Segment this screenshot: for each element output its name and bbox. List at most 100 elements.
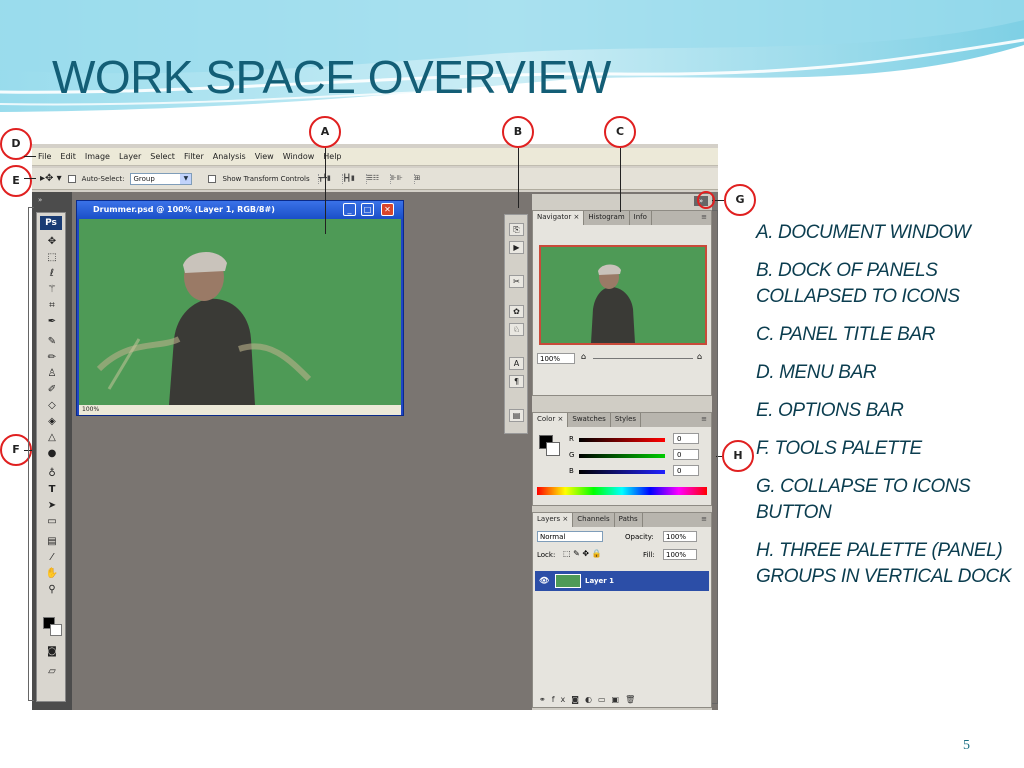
tab-styles[interactable]: Styles — [611, 413, 642, 427]
maximize-icon[interactable]: □ — [361, 203, 374, 216]
fill-field[interactable]: 100% — [663, 549, 697, 560]
lock-icons[interactable]: ⬚ ✎ ✥ 🔒 — [563, 549, 602, 558]
show-transform-checkbox[interactable] — [208, 174, 217, 183]
menu-window[interactable]: Window — [283, 152, 315, 161]
r-value-field[interactable]: 0 — [673, 433, 699, 444]
auto-select-checkbox[interactable] — [67, 174, 76, 183]
actions-panel-icon[interactable]: ▶ — [509, 241, 524, 254]
marquee-tool-icon[interactable]: ⬚ — [43, 251, 61, 265]
document-canvas[interactable] — [79, 219, 401, 405]
move-tool-icon[interactable]: ✥ — [43, 235, 61, 249]
tool-presets-icon[interactable]: ✂ — [509, 275, 524, 288]
quick-mask-icon[interactable]: ◙ — [43, 645, 61, 659]
dodge-tool-icon[interactable]: ● — [43, 447, 61, 461]
g-value-field[interactable]: 0 — [673, 449, 699, 460]
menu-edit[interactable]: Edit — [60, 152, 76, 161]
zoom-out-icon[interactable]: ⌂ — [581, 352, 586, 361]
document-window[interactable]: Drummer.psd @ 100% (Layer 1, RGB/8#) _ □… — [76, 200, 404, 416]
close-icon[interactable]: ✕ — [381, 203, 394, 216]
type-tool-icon[interactable]: T — [43, 483, 61, 497]
history-brush-icon[interactable]: ✐ — [43, 383, 61, 397]
b-value-field[interactable]: 0 — [673, 465, 699, 476]
collapse-arrows-left[interactable]: » — [38, 196, 42, 204]
history-panel-icon[interactable]: ⎘ — [509, 223, 524, 236]
stamp-tool-icon[interactable]: ♙ — [43, 367, 61, 381]
tab-layers[interactable]: Layers × — [533, 513, 574, 527]
tab-navigator[interactable]: Navigator × — [533, 211, 585, 225]
menu-select[interactable]: Select — [150, 152, 175, 161]
layer-row[interactable]: 👁 Layer 1 — [535, 571, 709, 591]
layers-footer-icons[interactable]: ⚭fx◙◐▭▣🗑 — [539, 695, 641, 704]
tab-histogram[interactable]: Histogram — [584, 211, 630, 225]
menu-filter[interactable]: Filter — [184, 152, 204, 161]
document-zoom: 100% — [82, 406, 100, 413]
panel-menu-icon[interactable]: ≡ — [701, 415, 707, 423]
eye-icon[interactable]: 👁 — [539, 571, 549, 591]
photoshop-screenshot: File Edit Image Layer Select Filter Anal… — [32, 144, 718, 710]
tab-info[interactable]: Info — [630, 211, 652, 225]
brushes-panel-icon[interactable]: ✿ — [509, 305, 524, 318]
b-slider[interactable] — [579, 470, 665, 474]
g-target-ring — [697, 191, 715, 209]
background-color-swatch[interactable] — [50, 624, 62, 636]
eyedropper-2-icon[interactable]: ⁄ — [43, 551, 61, 565]
eyedropper-icon[interactable]: ✒ — [43, 315, 61, 329]
path-selection-icon[interactable]: ➤ — [43, 499, 61, 513]
distribute-icons[interactable]: ☰☷ — [365, 173, 382, 184]
paragraph-panel-icon[interactable]: ¶ — [509, 375, 524, 388]
tab-swatches[interactable]: Swatches — [568, 413, 611, 427]
callout-h: H — [722, 440, 754, 472]
tools-bracket — [28, 207, 34, 701]
legend-item-g: G. COLLAPSE TO ICONS BUTTON — [756, 476, 971, 523]
zoom-tool-icon[interactable]: ⚲ — [43, 583, 61, 597]
navigator-zoom-slider[interactable] — [593, 358, 693, 359]
g-slider[interactable] — [579, 454, 665, 458]
color-background-swatch[interactable] — [546, 442, 560, 456]
zoom-in-icon[interactable]: ⌂ — [697, 352, 702, 361]
menu-view[interactable]: View — [255, 152, 274, 161]
legend-item-f: F. TOOLS PALETTE — [756, 438, 922, 459]
document-title: Drummer.psd @ 100% (Layer 1, RGB/8#) — [93, 205, 275, 214]
tab-channels[interactable]: Channels — [573, 513, 615, 527]
blur-tool-icon[interactable]: △ — [43, 431, 61, 445]
callout-e: E — [0, 165, 32, 197]
blend-mode-dropdown[interactable]: Normal — [537, 531, 603, 542]
eraser-tool-icon[interactable]: ◇ — [43, 399, 61, 413]
auto-align-icon[interactable]: ⊞ — [413, 173, 430, 184]
hand-tool-icon[interactable]: ✋ — [43, 567, 61, 581]
navigator-zoom-field[interactable]: 100% — [537, 353, 575, 364]
panel-menu-icon[interactable]: ≡ — [701, 213, 707, 221]
r-slider[interactable] — [579, 438, 665, 442]
navigator-thumbnail — [591, 264, 635, 343]
pen-tool-icon[interactable]: ♁ — [43, 467, 61, 481]
layers-panel: Layers × Channels Paths ≡ Normal Opacity… — [532, 512, 712, 708]
color-spectrum-ramp[interactable] — [537, 487, 707, 495]
align-icons-2[interactable]: ┣┫▮ — [341, 173, 358, 184]
brush-tool-icon[interactable]: ✏ — [43, 351, 61, 365]
menu-file[interactable]: File — [38, 152, 51, 161]
auto-select-dropdown[interactable]: Group ▼ — [130, 172, 193, 185]
menu-analysis[interactable]: Analysis — [213, 152, 246, 161]
tab-color[interactable]: Color × — [533, 413, 569, 427]
move-tool-icon[interactable]: ▸✥ ▾ — [40, 173, 62, 184]
tab-paths[interactable]: Paths — [615, 513, 643, 527]
magic-wand-icon[interactable]: ⚚ — [43, 283, 61, 297]
shape-tool-icon[interactable]: ▭ — [43, 515, 61, 529]
screen-mode-icon[interactable]: ▱ — [43, 665, 61, 679]
panel-menu-icon[interactable]: ≡ — [701, 515, 707, 523]
clone-source-icon[interactable]: ♘ — [509, 323, 524, 336]
opacity-field[interactable]: 100% — [663, 531, 697, 542]
menu-image[interactable]: Image — [85, 152, 110, 161]
character-panel-icon[interactable]: A — [509, 357, 524, 370]
layer-comps-icon[interactable]: ▤ — [509, 409, 524, 422]
healing-brush-icon[interactable]: ✎ — [43, 335, 61, 349]
minimize-icon[interactable]: _ — [343, 203, 356, 216]
crop-tool-icon[interactable]: ⌗ — [43, 299, 61, 313]
paint-bucket-icon[interactable]: ◈ — [43, 415, 61, 429]
navigator-preview[interactable] — [539, 245, 707, 345]
menu-help[interactable]: Help — [323, 152, 341, 161]
distribute-icons-2[interactable]: ⊪⊪ — [389, 173, 406, 184]
notes-tool-icon[interactable]: ▤ — [43, 535, 61, 549]
lasso-tool-icon[interactable]: ℓ — [43, 267, 61, 281]
menu-layer[interactable]: Layer — [119, 152, 141, 161]
